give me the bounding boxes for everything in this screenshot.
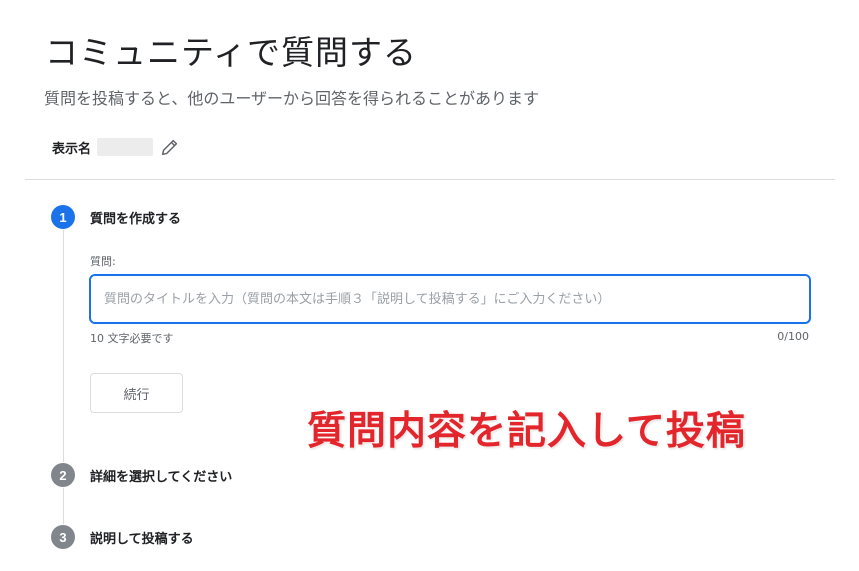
question-input[interactable] bbox=[89, 274, 811, 324]
character-counter: 0/100 bbox=[777, 330, 809, 343]
header-divider bbox=[25, 179, 835, 180]
pencil-icon[interactable] bbox=[159, 136, 181, 158]
step-1-label: 質問を作成する bbox=[90, 212, 182, 227]
page-subtitle: 質問を投稿すると、他のユーザーから回答を得られることがあります bbox=[44, 89, 540, 108]
display-name-row: 表示名 bbox=[52, 136, 181, 158]
step-1-number: 1 bbox=[51, 205, 75, 229]
step-connector-line bbox=[63, 488, 64, 524]
question-field-label: 質問: bbox=[90, 255, 116, 268]
instruction-annotation: 質問内容を記入して投稿 bbox=[307, 409, 746, 454]
step-2-label[interactable]: 詳細を選択してください bbox=[90, 466, 232, 485]
step-connector-line bbox=[63, 230, 64, 462]
continue-button[interactable]: 続行 bbox=[90, 373, 183, 413]
community-question-page: コミュニティで質問する 質問を投稿すると、他のユーザーから回答を得られることがあ… bbox=[0, 0, 859, 571]
step-3-label[interactable]: 説明して投稿する bbox=[90, 528, 194, 547]
character-requirement-hint: 10 文字必要です bbox=[90, 332, 174, 345]
page-title: コミュニティで質問する bbox=[45, 33, 418, 72]
display-name-value bbox=[97, 138, 154, 156]
step-2-number: 2 bbox=[51, 463, 75, 487]
display-name-label: 表示名 bbox=[52, 141, 92, 157]
step-3-number: 3 bbox=[51, 525, 75, 549]
